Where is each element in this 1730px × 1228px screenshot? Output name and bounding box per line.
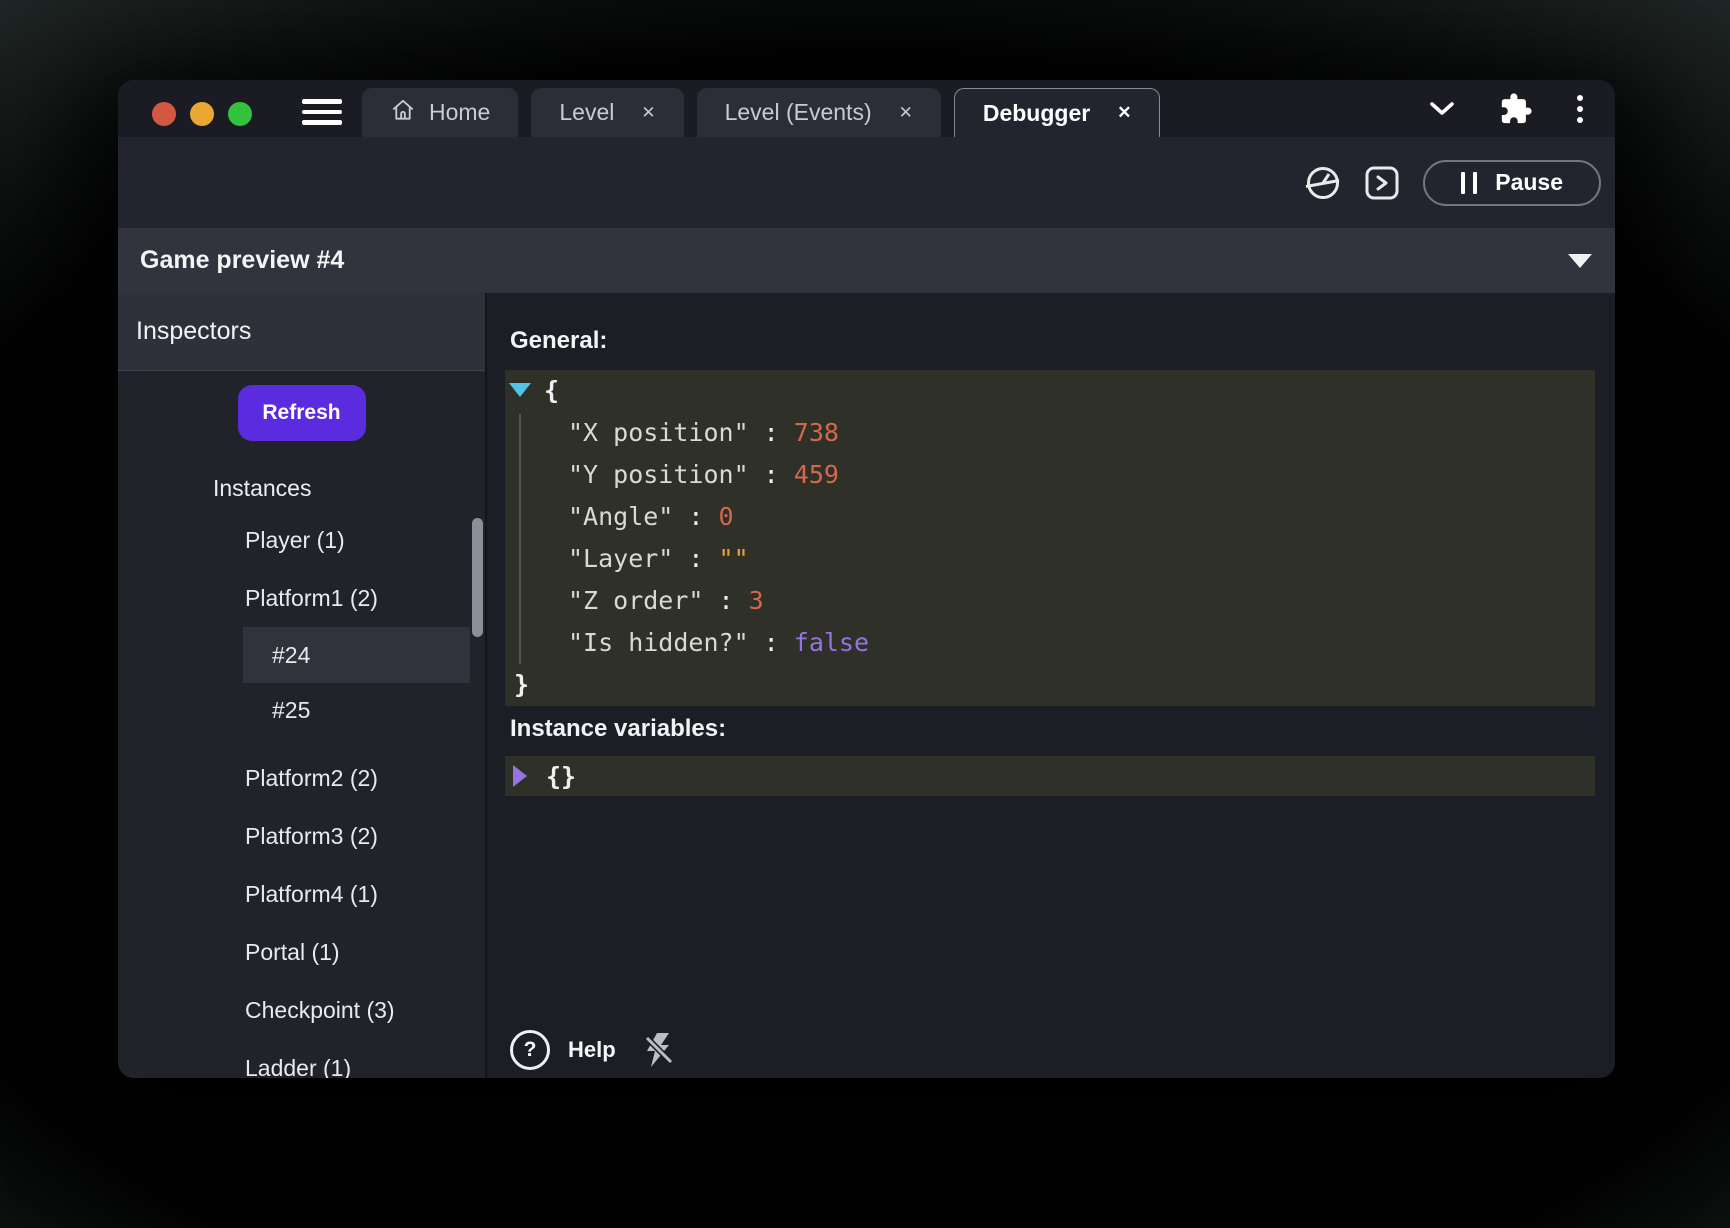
tab-bar: Home Level ✕ Level (Events) ✕ Debugger ✕ — [362, 88, 1160, 137]
console-icon[interactable] — [1365, 166, 1399, 200]
inspector-panel: General: {"X position" : 738"Y position"… — [487, 293, 1615, 1078]
tree-item-label: #25 — [272, 697, 310, 723]
tree-item[interactable]: Portal (1) — [118, 923, 485, 981]
inspectors-header: Inspectors — [118, 293, 485, 371]
profiler-gauge-icon[interactable] — [1305, 165, 1341, 201]
titlebar: Home Level ✕ Level (Events) ✕ Debugger ✕ — [118, 80, 1615, 137]
json-entry: "Is hidden?" : false — [505, 622, 1595, 664]
tree-item[interactable]: Platform2 (2) — [118, 749, 485, 807]
maximize-window-button[interactable] — [228, 102, 252, 126]
tree-item[interactable]: Ladder (1) — [118, 1039, 485, 1078]
tab-label: Level — [559, 99, 614, 126]
dropdown-caret-icon — [1568, 254, 1592, 268]
json-entry: "Angle" : 0 — [505, 496, 1595, 538]
extensions-puzzle-icon[interactable] — [1499, 92, 1533, 126]
tree-item[interactable]: #25 — [118, 683, 485, 737]
general-section-label: General: — [510, 293, 1615, 356]
tree-item-label: Platform3 (2) — [245, 823, 378, 849]
json-entry: "X position" : 738 — [505, 412, 1595, 454]
traffic-lights — [152, 102, 252, 126]
help-button[interactable]: ? Help — [510, 1030, 616, 1070]
chevron-down-icon[interactable] — [1429, 101, 1455, 116]
tree-item-label: Platform4 (1) — [245, 881, 378, 907]
flash-off-icon[interactable] — [642, 1031, 676, 1069]
instance-variables-label: Instance variables: — [510, 714, 1615, 744]
titlebar-right-actions — [1429, 80, 1583, 137]
close-window-button[interactable] — [152, 102, 176, 126]
instances-tree: Player (1) Platform1 (2) #24 #25 Platform2 (… — [118, 511, 485, 1078]
tree-item-label: Ladder (1) — [245, 1055, 351, 1078]
tree-item-label: Platform1 (2) — [245, 585, 378, 611]
inspectors-title: Inspectors — [136, 317, 251, 346]
debugger-toolbar: Pause — [118, 137, 1615, 228]
general-json-view: {"X position" : 738"Y position" : 459"An… — [505, 370, 1595, 706]
preview-selector[interactable]: Game preview #4 — [118, 228, 1615, 293]
main-menu-icon[interactable] — [302, 99, 342, 125]
json-line: { — [505, 370, 1595, 412]
tree-item[interactable]: Player (1) — [118, 511, 485, 569]
refresh-button[interactable]: Refresh — [238, 385, 366, 441]
pause-icon — [1461, 172, 1477, 194]
tree-item-label: Player (1) — [245, 527, 345, 553]
tab-home[interactable]: Home — [362, 88, 518, 137]
tree-item-label: Checkpoint (3) — [245, 997, 395, 1023]
tab-level-events[interactable]: Level (Events) ✕ — [697, 88, 941, 137]
kebab-menu-icon[interactable] — [1577, 95, 1583, 123]
close-icon[interactable]: ✕ — [899, 103, 913, 123]
tree-item-label: Platform2 (2) — [245, 765, 378, 791]
general-json-lines: {"X position" : 738"Y position" : 459"An… — [505, 370, 1595, 706]
json-entry: "Z order" : 3 — [505, 580, 1595, 622]
tree-item[interactable]: Checkpoint (3) — [118, 981, 485, 1039]
inspectors-sidebar: Inspectors Refresh Instances Player (1)P… — [118, 293, 487, 1078]
collapse-arrow-icon[interactable] — [509, 383, 531, 397]
pause-button[interactable]: Pause — [1423, 160, 1601, 206]
json-line: } — [505, 664, 1595, 706]
tree-item[interactable]: Platform4 (1) — [118, 865, 485, 923]
tree-item[interactable]: Platform1 (2) — [118, 569, 485, 627]
close-icon[interactable]: ✕ — [641, 103, 655, 123]
tab-label: Level (Events) — [725, 99, 872, 126]
home-icon — [390, 97, 416, 129]
help-label: Help — [568, 1037, 616, 1063]
close-icon[interactable]: ✕ — [1117, 103, 1131, 123]
tree-item-label: Portal (1) — [245, 939, 340, 965]
preview-selector-label: Game preview #4 — [140, 246, 344, 275]
sidebar-scrollbar-thumb[interactable] — [472, 518, 483, 637]
tree-item[interactable]: Platform3 (2) — [118, 807, 485, 865]
minimize-window-button[interactable] — [190, 102, 214, 126]
instances-label: Instances — [118, 473, 485, 503]
tab-label: Debugger — [983, 100, 1090, 127]
json-entry: "Layer" : "" — [505, 538, 1595, 580]
gdevelop-debugger-window: Home Level ✕ Level (Events) ✕ Debugger ✕ — [118, 80, 1615, 1078]
instance-variables-json-view: {} — [505, 756, 1595, 796]
content-area: Inspectors Refresh Instances Player (1)P… — [118, 293, 1615, 1078]
indent-guide — [519, 414, 521, 664]
tab-level[interactable]: Level ✕ — [531, 88, 683, 137]
tab-label: Home — [429, 99, 490, 126]
json-entry: "Y position" : 459 — [505, 454, 1595, 496]
pause-label: Pause — [1495, 169, 1563, 196]
bottom-actions: ? Help — [510, 1030, 676, 1070]
question-mark-icon: ? — [510, 1030, 550, 1070]
tree-item[interactable]: #24 — [243, 627, 470, 683]
expand-arrow-icon[interactable] — [513, 765, 527, 787]
tab-debugger[interactable]: Debugger ✕ — [954, 88, 1161, 137]
tree-item-label: #24 — [272, 642, 310, 668]
